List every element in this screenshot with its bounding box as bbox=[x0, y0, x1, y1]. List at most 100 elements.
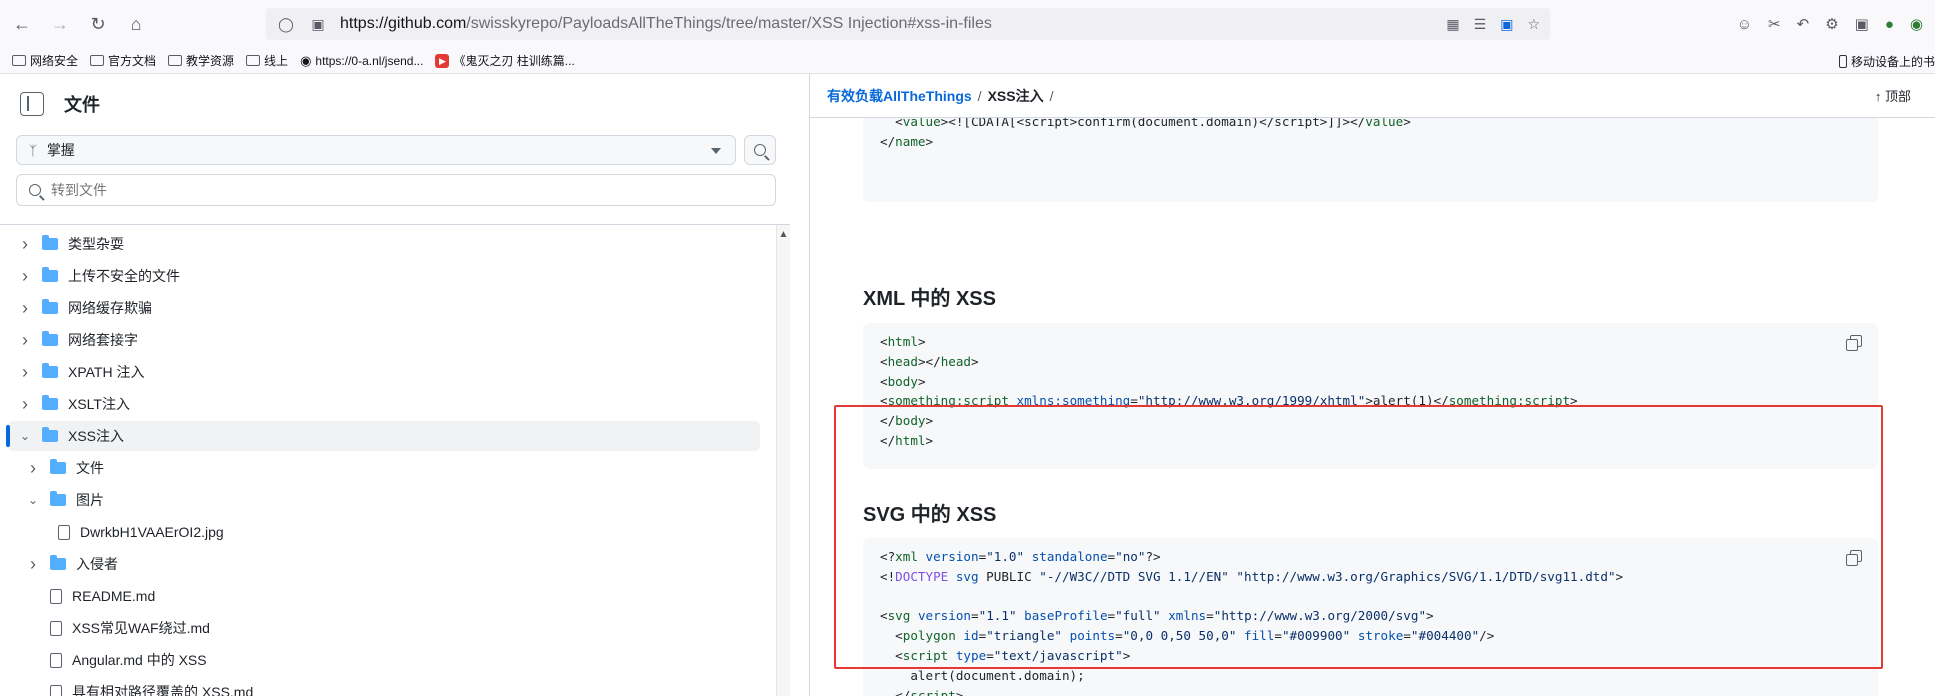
scroll-up-icon[interactable]: ▲ bbox=[777, 229, 790, 240]
heading-svg-xss: SVG 中的 XSS bbox=[863, 504, 997, 526]
goto-file-input[interactable] bbox=[51, 182, 651, 198]
bookmark-link[interactable]: ▶ 《鬼灭之刃 柱训练篇... bbox=[435, 52, 575, 69]
chevron-down-icon[interactable]: ⌄ bbox=[18, 429, 32, 443]
chevron-right-icon[interactable]: › bbox=[18, 362, 32, 383]
home-icon[interactable]: ⌂ bbox=[120, 8, 152, 40]
back-icon[interactable]: ← bbox=[6, 8, 38, 40]
account-icon[interactable]: ☺ bbox=[1737, 16, 1752, 33]
breadcrumb: 有效负载AllTheThings / XSS注入 / ↑ 顶部 bbox=[810, 74, 1935, 118]
folder-icon bbox=[42, 267, 58, 282]
file-tree-label: XSLT注入 bbox=[68, 396, 130, 412]
folder-icon bbox=[50, 459, 66, 474]
folder-icon bbox=[42, 331, 58, 346]
screenshot-icon[interactable]: ✂ bbox=[1768, 15, 1781, 33]
reader-view-icon[interactable]: ☰ bbox=[1474, 16, 1487, 33]
url-host: https://github.com bbox=[340, 15, 467, 32]
heading-xml-xss: XML 中的 XSS bbox=[863, 288, 996, 310]
file-tree-label: README.md bbox=[72, 588, 156, 604]
file-tree-item[interactable]: XSS常见WAF绕过.md bbox=[8, 613, 760, 643]
folder-icon bbox=[42, 395, 58, 410]
chevron-right-icon[interactable]: › bbox=[18, 330, 32, 351]
video-icon: ▶ bbox=[435, 53, 450, 68]
bookmark-folder[interactable]: 官方文档 bbox=[90, 52, 156, 69]
branch-icon: ᛉ bbox=[29, 142, 37, 158]
file-tree-item[interactable]: › 上传不安全的文件 bbox=[8, 261, 760, 291]
qr-code-icon[interactable]: ▦ bbox=[1446, 16, 1459, 33]
bookmark-label: 官方文档 bbox=[108, 54, 157, 68]
reload-icon[interactable]: ↻ bbox=[82, 8, 114, 40]
file-tree-item[interactable]: ⌄ XSS注入 bbox=[6, 421, 760, 451]
bookmark-star-icon[interactable]: ☆ bbox=[1527, 16, 1540, 33]
search-icon bbox=[29, 184, 41, 196]
file-tree-item[interactable]: › XSLT注入 bbox=[8, 389, 760, 419]
folder-open-icon bbox=[42, 427, 58, 442]
bookmarks-bar: 网络安全 官方文档 教学资源 线上 ◉ https://0-a.nl/jsend.… bbox=[0, 48, 1935, 74]
file-tree-item[interactable]: ⌄ 图片 bbox=[8, 485, 760, 515]
forward-icon[interactable]: → bbox=[44, 8, 76, 40]
file-icon bbox=[58, 524, 70, 540]
top-button-label: 顶部 bbox=[1884, 89, 1911, 104]
breadcrumb-separator: / bbox=[977, 87, 982, 104]
chevron-right-icon[interactable]: › bbox=[18, 394, 32, 415]
file-tree-item[interactable]: DwrkbH1VAAErOI2.jpg bbox=[8, 517, 760, 547]
tree-scrollbar[interactable]: ▲ bbox=[776, 225, 790, 696]
extension-icon[interactable]: ● bbox=[1885, 16, 1894, 33]
file-tree-item[interactable]: › XPATH 注入 bbox=[8, 357, 760, 387]
bookmark-folder[interactable]: 线上 bbox=[246, 52, 288, 69]
copy-icon[interactable] bbox=[1846, 550, 1862, 566]
mobile-bookmarks[interactable]: 移动设备上的书 bbox=[1838, 48, 1935, 74]
copy-icon[interactable] bbox=[1846, 335, 1862, 351]
file-tree-item[interactable]: README.md bbox=[8, 581, 760, 611]
chevron-right-icon[interactable]: › bbox=[18, 234, 32, 255]
url-path: /swisskyrepo/PayloadsAllTheThings/tree/m… bbox=[466, 15, 992, 32]
file-tree-item[interactable]: › 文件 bbox=[8, 453, 760, 483]
branch-selector[interactable]: ᛉ 掌握 bbox=[16, 135, 736, 165]
file-tree-item[interactable]: › 类型杂耍 bbox=[8, 229, 760, 259]
chevron-right-icon[interactable]: › bbox=[26, 458, 40, 479]
bookmark-label: 线上 bbox=[264, 54, 289, 68]
folder-icon bbox=[42, 235, 58, 250]
file-tree-item[interactable]: › 入侵者 bbox=[8, 549, 760, 579]
file-tree-label: 类型杂耍 bbox=[68, 236, 124, 252]
sidebar-title: 文件 bbox=[64, 95, 100, 115]
extensions-icon[interactable]: ⚙ bbox=[1825, 15, 1838, 33]
file-tree-item[interactable]: › 网络套接字 bbox=[8, 325, 760, 355]
file-tree-item[interactable]: › 网络缓存欺骗 bbox=[8, 293, 760, 323]
breadcrumb-repo-link[interactable]: 有效负载AllTheThings bbox=[827, 86, 972, 106]
file-icon bbox=[50, 620, 62, 636]
file-tree-item[interactable]: Angular.md 中的 XSS bbox=[8, 645, 760, 675]
goto-file-box[interactable] bbox=[16, 174, 776, 206]
bookmark-folder[interactable]: 教学资源 bbox=[168, 52, 234, 69]
url-text[interactable]: https://github.com/swisskyrepo/PayloadsA… bbox=[340, 15, 992, 33]
translate-extension-icon[interactable]: ▣ bbox=[1855, 15, 1869, 33]
extension-badge-icon[interactable]: ◉ bbox=[1910, 15, 1923, 33]
file-tree-label: Angular.md 中的 XSS bbox=[72, 652, 207, 668]
folder-open-icon bbox=[50, 491, 66, 506]
chevron-down-icon[interactable]: ⌄ bbox=[26, 493, 40, 507]
bookmark-folder[interactable]: 网络安全 bbox=[12, 52, 78, 69]
search-button[interactable] bbox=[744, 135, 776, 165]
file-tree-label: 网络套接字 bbox=[68, 332, 138, 348]
folder-icon bbox=[168, 55, 183, 66]
chevron-right-icon[interactable]: › bbox=[26, 554, 40, 575]
folder-icon bbox=[12, 55, 26, 66]
back-to-top-button[interactable]: ↑ 顶部 bbox=[1875, 86, 1911, 105]
chevron-right-icon[interactable]: › bbox=[18, 266, 32, 287]
folder-icon bbox=[90, 55, 105, 66]
shield-icon[interactable]: ◯ bbox=[274, 16, 298, 33]
code-block: <name> <value><![CDATA[<script>confirm(d… bbox=[863, 118, 1878, 202]
file-tree-label: 图片 bbox=[76, 492, 104, 508]
chevron-right-icon[interactable]: › bbox=[18, 298, 32, 319]
undo-icon[interactable]: ↶ bbox=[1797, 15, 1810, 33]
file-tree-label: 上传不安全的文件 bbox=[68, 268, 180, 284]
address-bar[interactable]: ◯ ▣ https://github.com/swisskyrepo/Paylo… bbox=[266, 8, 1550, 40]
file-tree-item[interactable]: 具有相对路径覆盖的 XSS.md bbox=[8, 677, 760, 696]
folder-icon bbox=[42, 299, 58, 314]
markdown-body: <name> <value><![CDATA[<script>confirm(d… bbox=[810, 118, 1935, 696]
bookmark-link[interactable]: ◉ https://0-a.nl/jsend... bbox=[300, 53, 423, 69]
search-icon bbox=[754, 144, 766, 156]
lock-icon[interactable]: ▣ bbox=[306, 16, 330, 33]
breadcrumb-separator: / bbox=[1049, 87, 1054, 104]
collapse-panel-icon[interactable] bbox=[20, 92, 44, 116]
translate-icon[interactable]: ▣ bbox=[1500, 16, 1513, 33]
